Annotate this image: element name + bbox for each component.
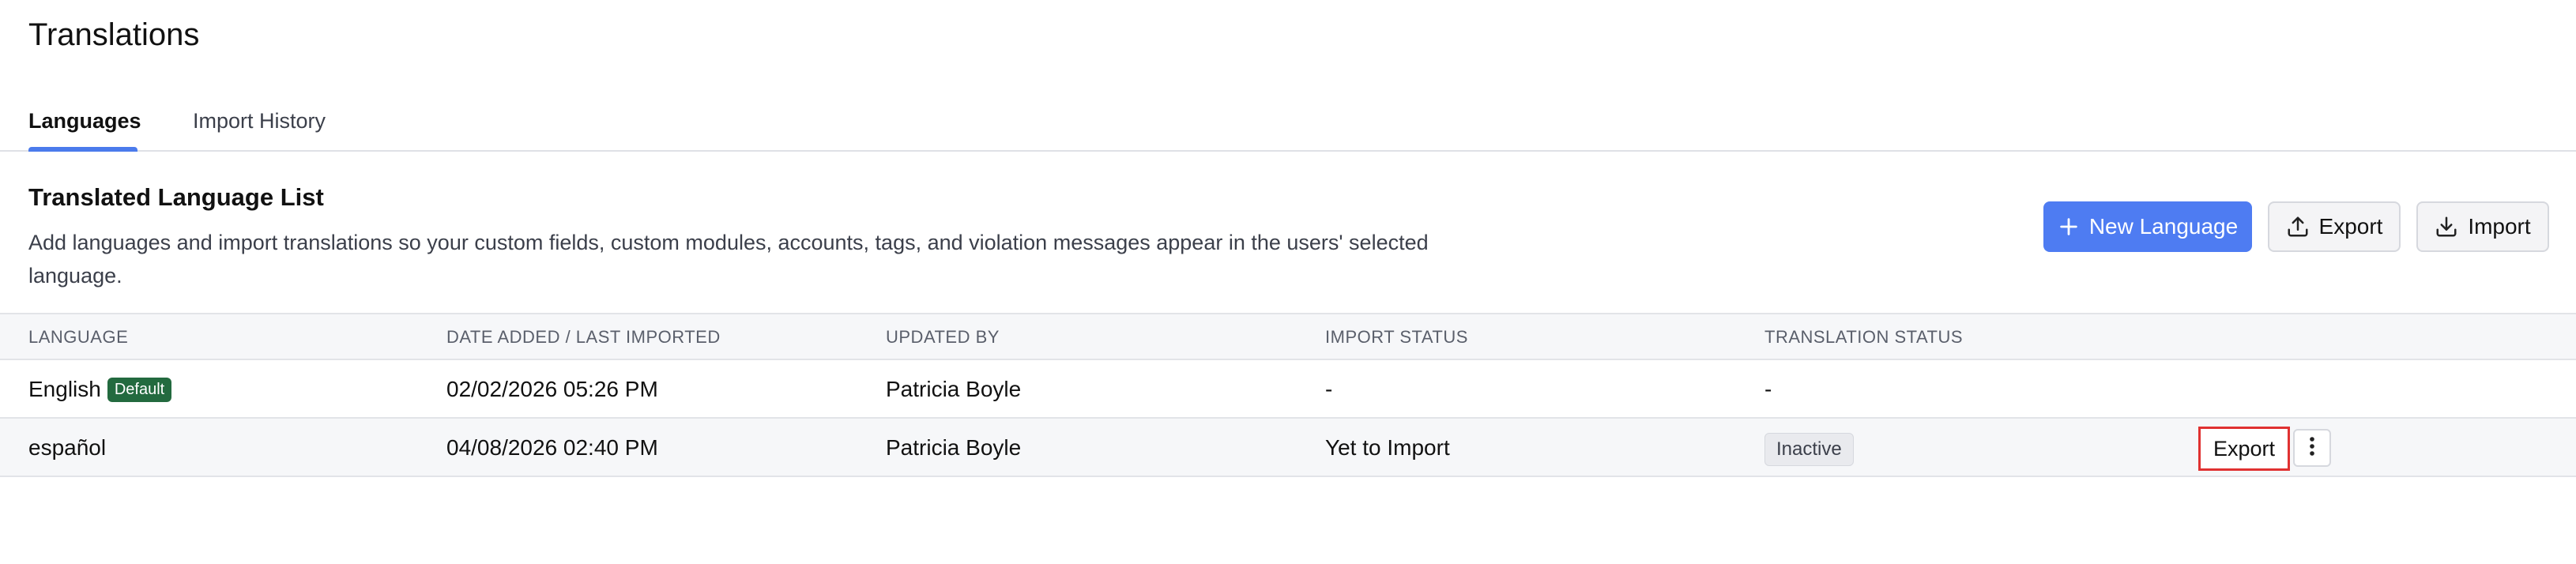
new-language-button[interactable]: New Language: [2043, 201, 2252, 252]
more-vertical-icon: [2308, 435, 2316, 461]
page-title: Translations: [28, 17, 200, 52]
inactive-status-badge: Inactive: [1764, 433, 1854, 466]
import-status-cell: Yet to Import: [1325, 435, 1450, 460]
import-button[interactable]: Import: [2416, 201, 2549, 252]
table-row[interactable]: español 04/08/2026 02:40 PM Patricia Boy…: [0, 419, 2576, 477]
language-name: español: [28, 435, 107, 460]
table-row[interactable]: English Default 02/02/2026 05:26 PM Patri…: [0, 360, 2576, 419]
plus-icon: [2058, 216, 2080, 238]
new-language-label: New Language: [2088, 214, 2239, 239]
date-cell: 02/02/2026 05:26 PM: [446, 377, 658, 401]
header-date: DATE ADDED / LAST IMPORTED: [446, 327, 721, 347]
tab-bar: Languages Import History: [0, 103, 2576, 152]
languages-table: LANGUAGE DATE ADDED / LAST IMPORTED UPDA…: [0, 313, 2576, 477]
translation-status-cell: -: [1764, 377, 1772, 401]
header-updated-by: UPDATED BY: [886, 327, 1000, 347]
tab-import-history[interactable]: Import History: [193, 109, 326, 152]
upload-icon: [2286, 215, 2310, 239]
header-translation-status: TRANSLATION STATUS: [1764, 327, 1964, 347]
row-export-button[interactable]: Export: [2198, 427, 2290, 471]
download-icon: [2435, 215, 2458, 239]
section-description: Add languages and import translations so…: [28, 231, 1429, 288]
default-badge: Default: [107, 378, 172, 402]
tab-languages[interactable]: Languages: [28, 109, 141, 152]
section-title: Translated Language List: [28, 183, 324, 211]
header-import-status: IMPORT STATUS: [1325, 327, 1468, 347]
header-language: LANGUAGE: [28, 327, 129, 347]
language-cell: English Default: [28, 377, 172, 402]
row-more-button[interactable]: [2293, 429, 2331, 467]
language-name: English: [28, 377, 101, 401]
export-label: Export: [2318, 214, 2383, 239]
import-status-cell: -: [1325, 377, 1333, 401]
import-label: Import: [2468, 214, 2531, 239]
export-button[interactable]: Export: [2268, 201, 2401, 252]
updated-by-cell: Patricia Boyle: [886, 377, 1022, 401]
updated-by-cell: Patricia Boyle: [886, 435, 1022, 460]
table-header: LANGUAGE DATE ADDED / LAST IMPORTED UPDA…: [0, 313, 2576, 360]
date-cell: 04/08/2026 02:40 PM: [446, 435, 658, 460]
